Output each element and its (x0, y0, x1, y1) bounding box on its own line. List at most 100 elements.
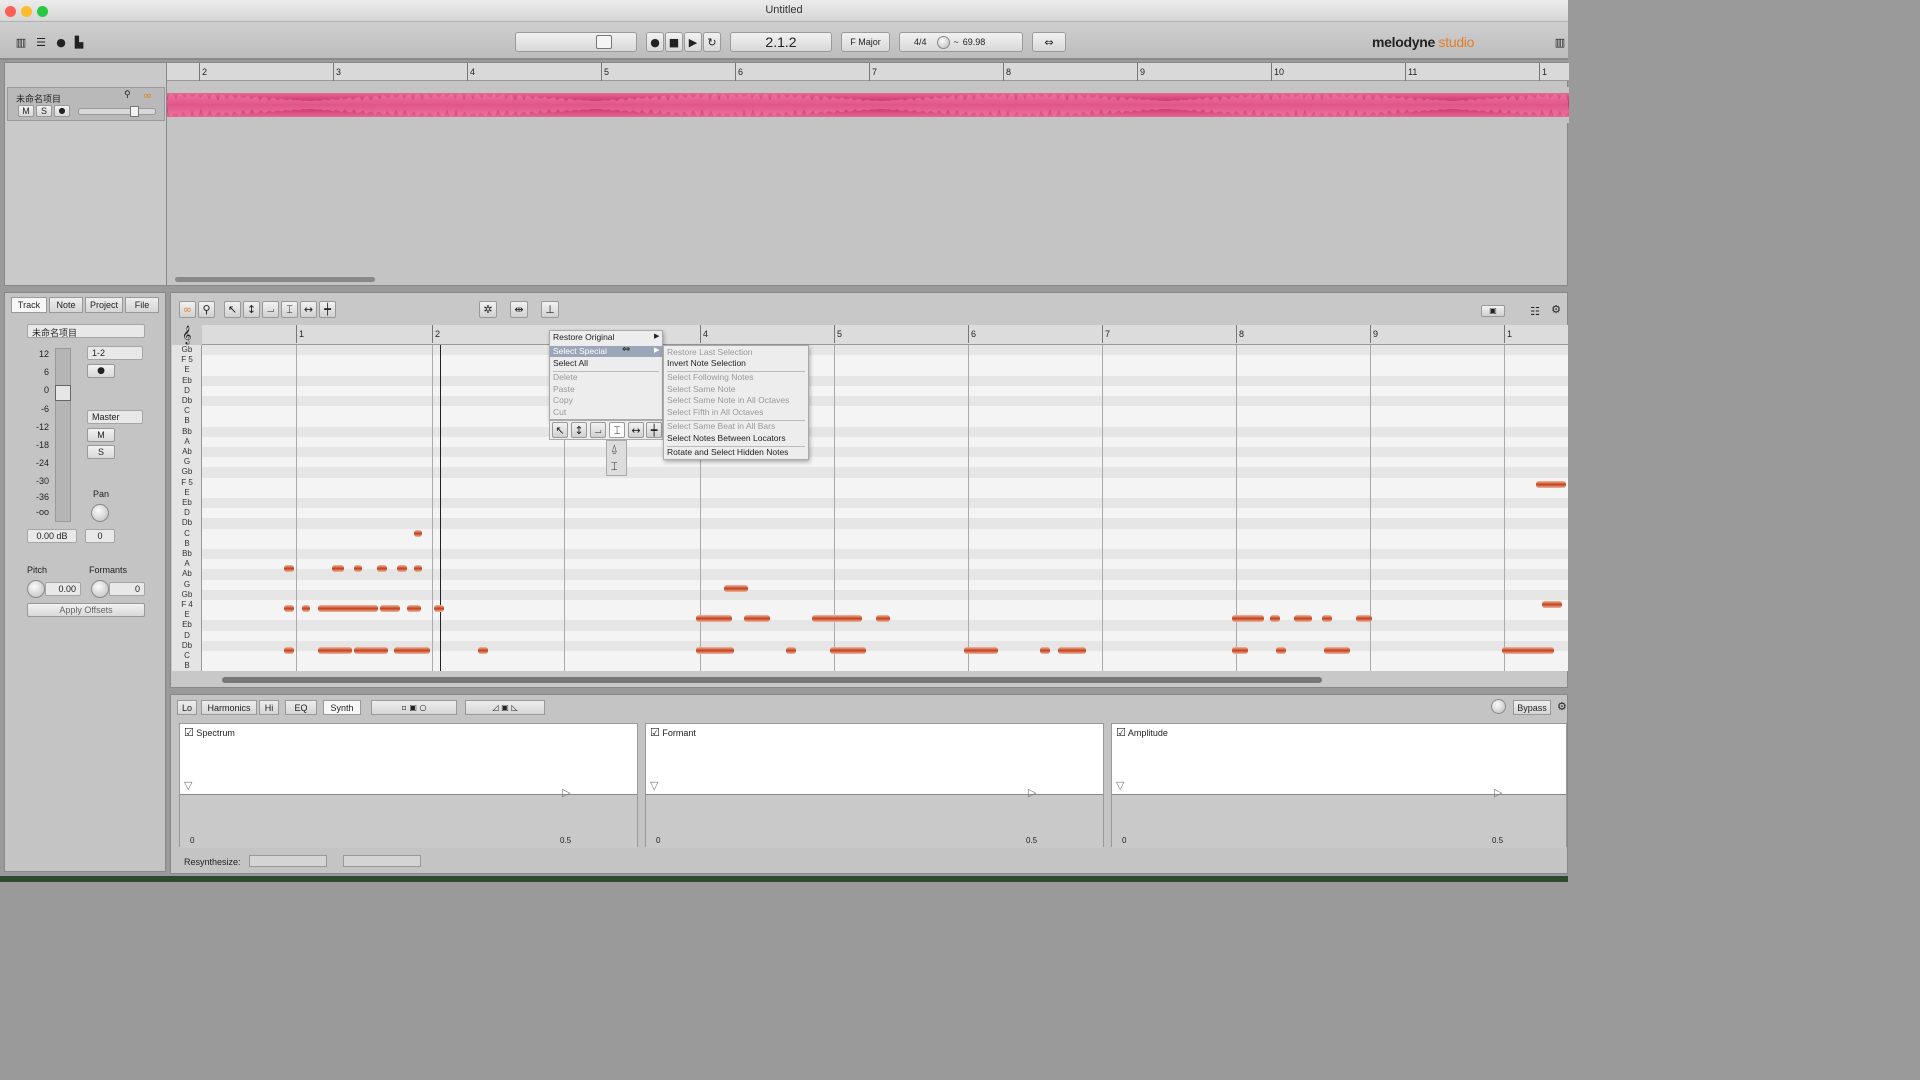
audio-waveform[interactable] (167, 87, 1569, 123)
gain-value-field[interactable]: 0.00 dB (27, 529, 77, 543)
input-selector[interactable]: 1-2 (87, 346, 143, 360)
pitch-note[interactable] (876, 615, 890, 622)
menu-item-select-same-note[interactable]: Select Same Note (667, 384, 736, 395)
pitch-note[interactable] (1276, 647, 1286, 654)
key-selector[interactable]: F Major (841, 32, 890, 52)
amplitude-pane[interactable]: ☑ Amplitude ▽ ▷ 0 0.5 (1111, 723, 1567, 848)
piano-key[interactable]: F 5 (172, 355, 202, 365)
pitch-note[interactable] (434, 605, 444, 612)
menu-item-delete[interactable]: Delete (553, 372, 578, 383)
pitch-note[interactable] (318, 647, 352, 654)
pitch-note[interactable] (1232, 615, 1264, 622)
menu-item-cut[interactable]: Cut (553, 407, 566, 418)
panel-toggle-icon[interactable]: ▥ (1552, 32, 1568, 52)
pitch-note[interactable] (284, 565, 294, 572)
envelope-mode-group[interactable]: ◿ ▣ ◺ (465, 700, 545, 715)
pitch-note[interactable] (744, 615, 770, 622)
piano-key[interactable]: Eb (172, 620, 202, 630)
pitch-note[interactable] (786, 647, 796, 654)
formant-pane[interactable]: ☑ Formant ▽ ▷ 0 0.5 (645, 723, 1104, 848)
pitch-tool-icon[interactable]: ↕ (571, 422, 587, 438)
piano-key[interactable]: D (172, 631, 202, 641)
menu-item-select-special[interactable]: Select Special (550, 346, 662, 357)
pitch-note[interactable] (1322, 615, 1332, 622)
tempo-detect-icon[interactable]: ⇔ (1032, 32, 1066, 52)
pitch-note[interactable] (284, 647, 294, 654)
pitch-note[interactable] (414, 565, 422, 572)
tuning-fork-icon[interactable]: ⚲ (124, 91, 131, 100)
spectrum-pane[interactable]: ☑ Spectrum ▽ ▷ 0 0.5 (179, 723, 638, 848)
piano-key[interactable]: F 4 (172, 600, 202, 610)
tab-track[interactable]: Track (11, 297, 47, 313)
pitch-note[interactable] (696, 615, 732, 622)
note-grid[interactable] (202, 345, 1568, 671)
piano-key[interactable]: Db (172, 396, 202, 406)
piano-key[interactable]: Bb (172, 549, 202, 559)
piano-keys[interactable]: Gb F 5 E Eb D Db C B Bb A Ab G Gb F 5 E Eb D Db C B Bb A Ab G Gb… (172, 345, 202, 671)
resynthesize-slider-b[interactable] (343, 855, 421, 867)
piano-key[interactable]: Db (172, 641, 202, 651)
time-tool-icon[interactable]: ↔ (628, 422, 644, 438)
piano-key[interactable]: A (172, 437, 202, 447)
track-record-button[interactable]: ● (54, 105, 70, 117)
piano-key[interactable]: Bb (172, 427, 202, 437)
piano-key[interactable]: Eb (172, 376, 202, 386)
stop-button[interactable]: ■ (665, 32, 683, 52)
menu-item-restore-last-selection[interactable]: Restore Last Selection (667, 347, 753, 358)
menu-item-select-all[interactable]: Select All (553, 358, 588, 369)
piano-key[interactable]: Gb (172, 345, 202, 355)
formants-value-field[interactable]: 0 (109, 582, 145, 596)
position-display[interactable]: 2.1.2 (730, 32, 832, 52)
fade-flyout-icon[interactable]: ⌶ (611, 461, 618, 472)
bypass-button[interactable]: Bypass (1513, 700, 1551, 715)
amplitude-tool-icon[interactable]: ⌶ (609, 422, 625, 438)
pitch-note[interactable] (302, 605, 310, 612)
pitch-note[interactable] (724, 585, 748, 592)
handle-icon[interactable]: ▷ (1028, 787, 1036, 798)
formant-checkbox[interactable]: ☑ Formant (650, 727, 696, 738)
pointer-tool-icon[interactable]: ↖ (224, 301, 241, 318)
menu-item-paste[interactable]: Paste (553, 384, 575, 395)
loop-button[interactable]: ↻ (703, 32, 721, 52)
tab-note[interactable]: Note (49, 297, 83, 313)
solo-button[interactable]: S (87, 445, 115, 459)
time-tool-icon[interactable]: ↔ (300, 301, 317, 318)
piano-key[interactable]: E (172, 365, 202, 375)
pitch-note[interactable] (354, 647, 388, 654)
quantize-pitch-icon[interactable]: ✲ (479, 301, 497, 318)
piano-key[interactable]: Eb (172, 498, 202, 508)
pitch-note[interactable] (394, 647, 430, 654)
piano-key[interactable]: Gb (172, 467, 202, 477)
quantize-time-icon[interactable]: ⇹ (510, 301, 528, 318)
piano-key[interactable]: B (172, 539, 202, 549)
pan-value-field[interactable]: 0 (85, 529, 115, 543)
pitch-note[interactable] (1270, 615, 1280, 622)
piano-key[interactable]: C (172, 529, 202, 539)
pitch-note[interactable] (1536, 481, 1566, 488)
menu-item-select-same-beat[interactable]: Select Same Beat in All Bars (667, 421, 775, 432)
pitch-value-field[interactable]: 0.00 (45, 582, 81, 596)
pitch-note[interactable] (1324, 647, 1350, 654)
pitch-note[interactable] (696, 647, 734, 654)
menu-item-select-following[interactable]: Select Following Notes (667, 372, 753, 383)
bypass-knob[interactable] (1491, 699, 1506, 714)
note-separation-tool-icon[interactable]: ┿ (646, 422, 662, 438)
note-separation-tool-icon[interactable]: ┿ (319, 301, 336, 318)
menu-item-select-same-note-octaves[interactable]: Select Same Note in All Octaves (667, 395, 789, 406)
pitch-note[interactable] (478, 647, 488, 654)
menu-item-copy[interactable]: Copy (553, 395, 573, 406)
formants-knob[interactable] (91, 580, 109, 598)
pitch-note[interactable] (332, 565, 344, 572)
pitch-note[interactable] (1502, 647, 1554, 654)
record-button[interactable]: ● (646, 32, 664, 52)
blob-view-icon[interactable]: ● (52, 32, 70, 52)
tempo-display[interactable]: 4/4 ~ 69.98 (899, 32, 1023, 52)
track-solo-button[interactable]: S (36, 105, 52, 117)
pitch-note[interactable] (380, 605, 400, 612)
zoom-icon[interactable]: ▣ (1481, 305, 1505, 317)
piano-key[interactable]: E (172, 610, 202, 620)
tab-synth[interactable]: Synth (323, 700, 361, 715)
record-enable-button[interactable]: ● (87, 364, 115, 378)
resynthesize-slider-a[interactable] (249, 855, 327, 867)
output-selector[interactable]: Master (87, 410, 143, 424)
